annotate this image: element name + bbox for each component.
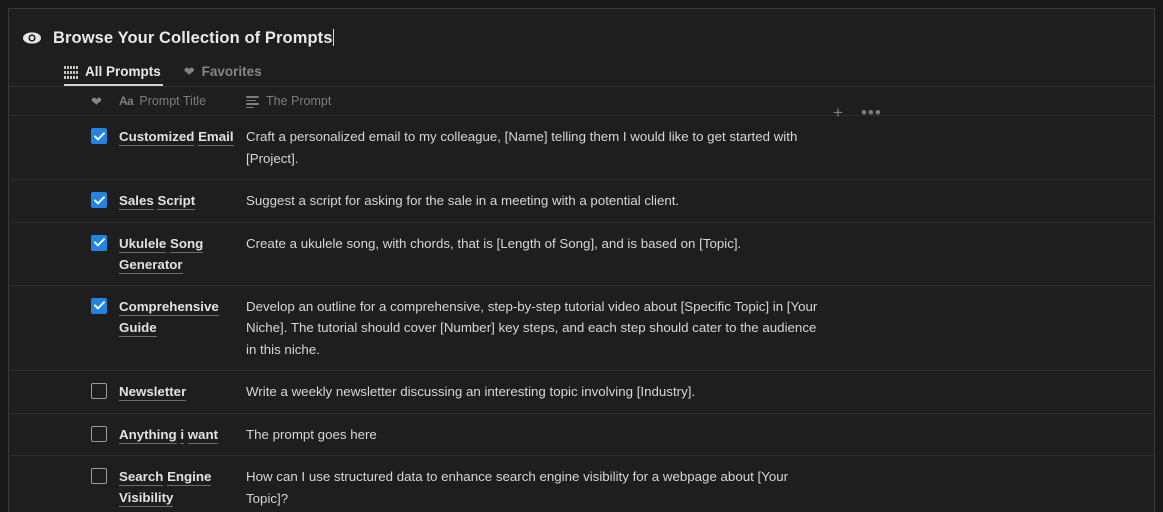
- prompt-title-link[interactable]: Newsletter: [119, 384, 187, 401]
- row-favorite-cell: [9, 424, 119, 442]
- table-header-actions: + •••: [833, 104, 882, 121]
- page-title[interactable]: Browse Your Collection of Prompts: [53, 28, 334, 48]
- column-header-prompt-label: The Prompt: [266, 94, 332, 108]
- prompt-text[interactable]: Craft a personalized email to my colleag…: [246, 126, 826, 169]
- table-header-row: ❤ Aa Prompt Title The Prompt: [9, 86, 1154, 116]
- prompt-text[interactable]: Write a weekly newsletter discussing an …: [246, 381, 826, 403]
- prompts-table: ❤ Aa Prompt Title The Prompt + ••• Custo…: [9, 86, 1154, 512]
- row-prompt-cell: Develop an outline for a comprehensive, …: [244, 296, 1154, 361]
- heart-icon: ❤: [91, 93, 102, 109]
- text-lines-icon: [246, 96, 259, 108]
- tab-all-prompts[interactable]: All Prompts: [64, 57, 163, 86]
- tab-favorites-label: Favorites: [201, 64, 262, 79]
- row-prompt-cell: Create a ukulele song, with chords, that…: [244, 233, 1154, 255]
- row-title-cell: Comprehensive Guide: [119, 296, 244, 338]
- column-header-title-label: Prompt Title: [139, 94, 207, 108]
- eye-icon: [21, 29, 43, 47]
- checkbox-checked[interactable]: [91, 192, 107, 208]
- prompt-title-link[interactable]: Anything i want: [119, 426, 219, 444]
- row-favorite-cell: [9, 381, 119, 399]
- prompt-text[interactable]: Develop an outline for a comprehensive, …: [246, 296, 826, 361]
- row-prompt-cell: Suggest a script for asking for the sale…: [244, 190, 1154, 212]
- column-header-prompt[interactable]: The Prompt: [244, 94, 1154, 108]
- table-row[interactable]: Ukulele Song Generator Create a ukulele s…: [9, 223, 1154, 286]
- prompt-text[interactable]: The prompt goes here: [246, 424, 826, 446]
- heart-icon: ❤: [183, 64, 195, 79]
- view-tabs: All Prompts ❤ Favorites: [9, 55, 1154, 86]
- table-row[interactable]: Anything i want The prompt goes here: [9, 414, 1154, 456]
- checkbox-checked[interactable]: [91, 128, 107, 144]
- table-row[interactable]: Comprehensive Guide Develop an outline fo…: [9, 286, 1154, 371]
- prompt-title-link[interactable]: Comprehensive Guide: [119, 298, 219, 337]
- prompt-text[interactable]: How can I use structured data to enhance…: [246, 466, 826, 509]
- prompt-collection-panel: Browse Your Collection of Prompts All Pr…: [8, 8, 1155, 512]
- row-favorite-cell: [9, 190, 119, 208]
- add-column-button[interactable]: +: [833, 104, 843, 121]
- more-options-button[interactable]: •••: [861, 104, 882, 121]
- row-title-cell: Sales Script: [119, 190, 244, 211]
- tab-favorites[interactable]: ❤ Favorites: [184, 57, 263, 86]
- row-favorite-cell: [9, 126, 119, 144]
- row-prompt-cell: How can I use structured data to enhance…: [244, 466, 1154, 509]
- row-prompt-cell: Write a weekly newsletter discussing an …: [244, 381, 1154, 403]
- prompt-title-link[interactable]: Search Engine Visibility: [119, 469, 212, 507]
- page-header: Browse Your Collection of Prompts: [9, 9, 1154, 51]
- table-row[interactable]: Search Engine Visibility How can I use st…: [9, 456, 1154, 512]
- prompt-title-link[interactable]: Customized Email: [119, 129, 234, 146]
- tab-all-prompts-label: All Prompts: [85, 64, 161, 79]
- text-cursor: [332, 28, 334, 46]
- row-favorite-cell: [9, 296, 119, 314]
- row-title-cell: Anything i want: [119, 424, 244, 445]
- checkbox-unchecked[interactable]: [91, 383, 107, 399]
- table-row[interactable]: Newsletter Write a weekly newsletter disc…: [9, 371, 1154, 414]
- table-body: Customized Email Craft a personalized ema…: [9, 116, 1154, 512]
- row-title-cell: Newsletter: [119, 381, 244, 402]
- prompt-text[interactable]: Create a ukulele song, with chords, that…: [246, 233, 826, 255]
- column-header-favorite[interactable]: ❤: [9, 95, 119, 108]
- prompt-title-link[interactable]: Ukulele Song Generator: [119, 235, 204, 274]
- row-prompt-cell: Craft a personalized email to my colleag…: [244, 126, 1154, 169]
- checkbox-unchecked[interactable]: [91, 425, 107, 442]
- row-title-cell: Ukulele Song Generator: [119, 233, 244, 275]
- page-title-text: Browse Your Collection of Prompts: [53, 28, 333, 47]
- checkbox-unchecked[interactable]: [91, 468, 107, 484]
- checkbox-checked[interactable]: [91, 297, 107, 314]
- row-favorite-cell: [9, 466, 119, 484]
- prompt-text[interactable]: Suggest a script for asking for the sale…: [246, 190, 826, 212]
- prompt-title-link[interactable]: Sales Script: [119, 193, 196, 210]
- table-row[interactable]: Customized Email Craft a personalized ema…: [9, 116, 1154, 180]
- row-title-cell: Customized Email: [119, 126, 244, 147]
- table-row[interactable]: Sales Script Suggest a script for asking …: [9, 180, 1154, 223]
- aa-icon: Aa: [119, 94, 134, 108]
- checkbox-checked[interactable]: [91, 234, 107, 251]
- column-header-title[interactable]: Aa Prompt Title: [119, 94, 244, 108]
- row-title-cell: Search Engine Visibility: [119, 466, 244, 508]
- grid-icon: [64, 66, 78, 79]
- row-favorite-cell: [9, 233, 119, 251]
- row-prompt-cell: The prompt goes here: [244, 424, 1154, 446]
